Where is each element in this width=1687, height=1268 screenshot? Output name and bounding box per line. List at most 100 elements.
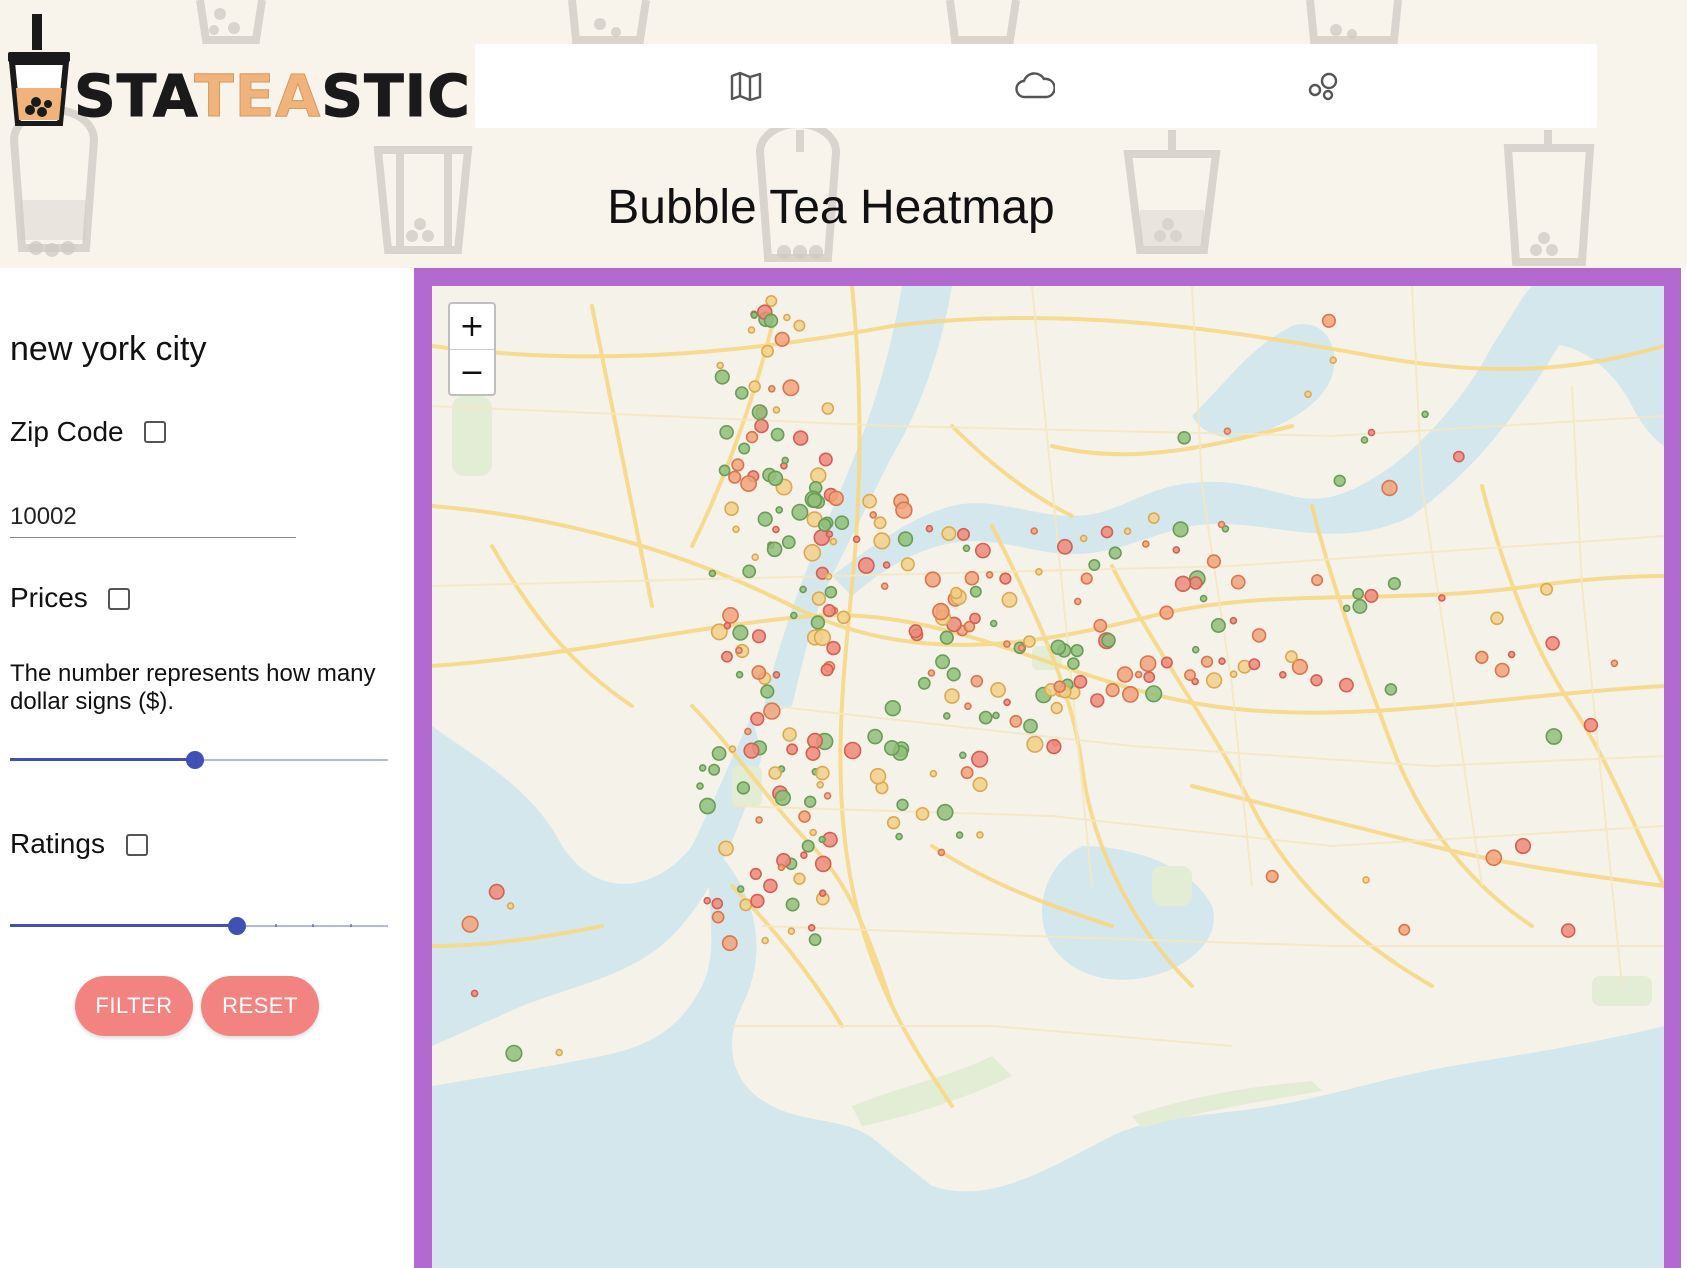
shop-marker[interactable]: [766, 541, 783, 558]
shop-marker[interactable]: [1362, 876, 1370, 884]
shop-marker[interactable]: [873, 516, 887, 530]
shop-marker[interactable]: [488, 883, 505, 900]
shop-marker[interactable]: [946, 667, 961, 682]
shop-marker[interactable]: [751, 665, 767, 680]
shop-marker[interactable]: [1088, 558, 1101, 571]
heatmap-map[interactable]: [432, 286, 1664, 1268]
shop-marker[interactable]: [1050, 701, 1063, 715]
shop-marker[interactable]: [818, 889, 827, 898]
shop-marker[interactable]: [820, 663, 834, 677]
shop-marker[interactable]: [969, 585, 982, 598]
shop-marker[interactable]: [805, 745, 821, 761]
shop-marker[interactable]: [1159, 605, 1174, 620]
shop-marker[interactable]: [791, 503, 809, 521]
shop-marker[interactable]: [1421, 410, 1429, 419]
shop-marker[interactable]: [1583, 717, 1599, 733]
shop-marker[interactable]: [1610, 659, 1619, 668]
shop-marker[interactable]: [703, 896, 712, 905]
shop-marker[interactable]: [1053, 680, 1067, 694]
shop-marker[interactable]: [1100, 525, 1114, 539]
shop-marker[interactable]: [722, 606, 739, 624]
shop-marker[interactable]: [1490, 611, 1504, 626]
shop-marker[interactable]: [836, 610, 851, 625]
shop-marker[interactable]: [754, 418, 769, 434]
shop-marker[interactable]: [1310, 674, 1323, 687]
shop-marker[interactable]: [880, 582, 889, 591]
shop-marker[interactable]: [745, 430, 759, 444]
shop-marker[interactable]: [1090, 693, 1105, 708]
shop-marker[interactable]: [897, 531, 914, 547]
shop-marker[interactable]: [1188, 576, 1203, 590]
shop-marker[interactable]: [749, 867, 762, 881]
shop-marker[interactable]: [1147, 512, 1160, 524]
shop-marker[interactable]: [763, 313, 779, 328]
shop-marker[interactable]: [1050, 639, 1067, 656]
shop-marker[interactable]: [824, 585, 838, 599]
shop-marker[interactable]: [1367, 428, 1376, 437]
shop-marker[interactable]: [972, 776, 988, 793]
shop-marker[interactable]: [783, 313, 791, 322]
prices-checkbox[interactable]: [108, 588, 130, 610]
shop-marker[interactable]: [1073, 597, 1082, 606]
shop-marker[interactable]: [748, 380, 761, 393]
shop-marker[interactable]: [1191, 645, 1200, 654]
shop-marker[interactable]: [1145, 685, 1163, 703]
shop-marker[interactable]: [935, 654, 951, 670]
shop-marker[interactable]: [886, 815, 901, 830]
shop-marker[interactable]: [1172, 546, 1181, 554]
shop-marker[interactable]: [958, 751, 967, 760]
shop-marker[interactable]: [696, 782, 704, 790]
nav-map-button[interactable]: [722, 62, 770, 110]
shop-marker[interactable]: [869, 511, 878, 519]
shop-marker[interactable]: [760, 344, 774, 358]
shop-marker[interactable]: [817, 518, 832, 532]
shop-marker[interactable]: [1223, 427, 1232, 435]
shop-marker[interactable]: [978, 710, 993, 725]
shop-marker[interactable]: [1398, 923, 1411, 936]
shop-marker[interactable]: [751, 553, 760, 562]
app-logo[interactable]: STATEASTICS: [4, 14, 514, 131]
shop-marker[interactable]: [761, 936, 770, 945]
shop-marker[interactable]: [750, 893, 765, 909]
shop-marker[interactable]: [772, 406, 781, 414]
shop-marker[interactable]: [470, 989, 479, 998]
shop-marker[interactable]: [718, 464, 731, 477]
shop-marker[interactable]: [1545, 728, 1563, 745]
shop-marker[interactable]: [857, 557, 875, 574]
shop-marker[interactable]: [1035, 567, 1043, 576]
shop-marker[interactable]: [786, 743, 798, 756]
shop-marker[interactable]: [804, 795, 817, 808]
shop-marker[interactable]: [738, 442, 751, 455]
shop-marker[interactable]: [975, 542, 991, 559]
shop-marker[interactable]: [744, 727, 752, 736]
shop-marker[interactable]: [734, 386, 749, 400]
shop-marker[interactable]: [1329, 356, 1338, 364]
shop-marker[interactable]: [755, 816, 763, 824]
shop-marker[interactable]: [793, 430, 809, 446]
shop-marker[interactable]: [774, 789, 791, 806]
shop-marker[interactable]: [1070, 644, 1084, 658]
shop-marker[interactable]: [708, 569, 717, 578]
shop-marker[interactable]: [787, 927, 796, 936]
shop-marker[interactable]: [1333, 474, 1346, 488]
shop-marker[interactable]: [1545, 635, 1560, 651]
shop-marker[interactable]: [810, 615, 826, 630]
shop-marker[interactable]: [772, 525, 780, 534]
shop-marker[interactable]: [843, 741, 862, 760]
shop-marker[interactable]: [772, 670, 781, 679]
shop-marker[interactable]: [751, 404, 768, 421]
shop-marker[interactable]: [814, 855, 832, 873]
shop-marker[interactable]: [736, 781, 751, 795]
shop-marker[interactable]: [793, 872, 806, 885]
shop-marker[interactable]: [739, 898, 753, 912]
ratings-checkbox[interactable]: [126, 834, 148, 856]
shop-marker[interactable]: [1206, 554, 1222, 569]
shop-marker[interactable]: [735, 646, 743, 655]
shop-marker[interactable]: [818, 452, 833, 467]
shop-marker[interactable]: [895, 832, 903, 841]
shop-marker[interactable]: [724, 501, 739, 516]
shop-marker[interactable]: [884, 700, 901, 717]
shop-marker[interactable]: [915, 807, 930, 821]
shop-marker[interactable]: [781, 535, 796, 550]
shop-marker[interactable]: [1177, 431, 1192, 445]
